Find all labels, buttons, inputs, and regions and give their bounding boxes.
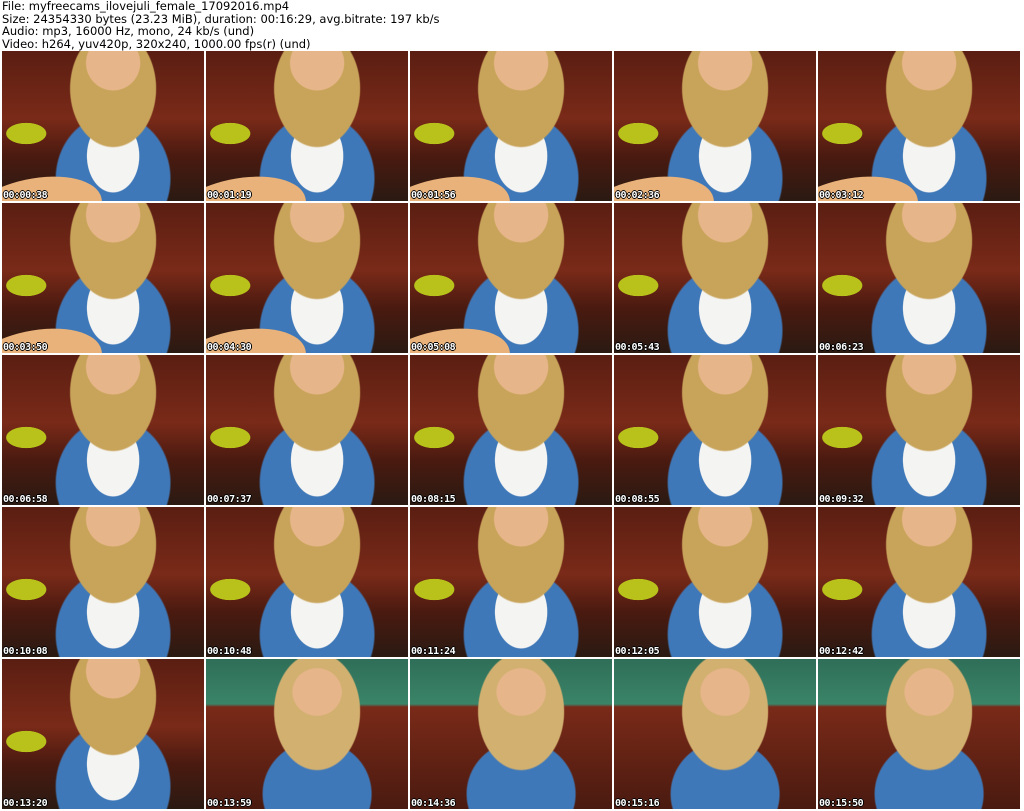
timestamp: 00:15:16 — [615, 798, 660, 809]
video-thumbnail: 00:02:36 — [614, 51, 816, 201]
audio-info: Audio: mp3, 16000 Hz, mono, 24 kb/s (und… — [2, 24, 255, 38]
video-thumbnail: 00:08:55 — [614, 355, 816, 505]
video-thumbnail: 00:10:48 — [206, 507, 408, 657]
timestamp: 00:03:50 — [3, 342, 48, 353]
video-thumbnail: 00:07:37 — [206, 355, 408, 505]
timestamp: 00:02:36 — [615, 190, 660, 201]
timestamp: 00:13:59 — [207, 798, 252, 809]
video-thumbnail: 00:10:08 — [2, 507, 204, 657]
timestamp: 00:06:23 — [819, 342, 864, 353]
video-thumbnail: 00:06:58 — [2, 355, 204, 505]
thumbnail-grid: 00:00:38 00:01:19 00:01:56 00:02:36 00:03:12… — [2, 51, 1020, 809]
timestamp: 00:01:56 — [411, 190, 456, 201]
video-thumbnail: 00:05:08 — [410, 203, 612, 353]
timestamp: 00:10:48 — [207, 646, 252, 657]
timestamp: 00:01:19 — [207, 190, 252, 201]
video-thumbnail: 00:03:12 — [818, 51, 1020, 201]
timestamp: 00:09:32 — [819, 494, 864, 505]
video-thumbnail: 00:04:30 — [206, 203, 408, 353]
video-thumbnail: 00:15:16 — [614, 659, 816, 809]
video-info: Video: h264, yuv420p, 320x240, 1000.00 f… — [2, 36, 311, 51]
timestamp: 00:08:55 — [615, 494, 660, 505]
video-thumbnail: 00:15:50 — [818, 659, 1020, 809]
video-thumbnail: 00:14:36 — [410, 659, 612, 809]
timestamp: 00:05:08 — [411, 342, 456, 353]
timestamp: 00:14:36 — [411, 798, 456, 809]
timestamp: 00:10:08 — [3, 646, 48, 657]
video-thumbnail: 00:11:24 — [410, 507, 612, 657]
timestamp: 00:05:43 — [615, 342, 660, 353]
video-thumbnail: 00:09:32 — [818, 355, 1020, 505]
timestamp: 00:06:58 — [3, 494, 48, 505]
video-thumbnail: 00:08:15 — [410, 355, 612, 505]
video-thumbnail: 00:01:56 — [410, 51, 612, 201]
video-thumbnail: 00:12:05 — [614, 507, 816, 657]
timestamp: 00:12:42 — [819, 646, 864, 657]
video-thumbnail: 00:13:59 — [206, 659, 408, 809]
video-thumbnail: 00:05:43 — [614, 203, 816, 353]
video-thumbnail: 00:00:38 — [2, 51, 204, 201]
video-thumbnail: 00:01:19 — [206, 51, 408, 201]
video-thumbnail: 00:12:42 — [818, 507, 1020, 657]
timestamp: 00:04:30 — [207, 342, 252, 353]
timestamp: 00:03:12 — [819, 190, 864, 201]
video-thumbnail: 00:03:50 — [2, 203, 204, 353]
video-thumbnail: 00:06:23 — [818, 203, 1020, 353]
file-info: File: myfreecams_ilovejuli_female_170920… — [2, 0, 440, 50]
timestamp: 00:11:24 — [411, 646, 456, 657]
timestamp: 00:07:37 — [207, 494, 252, 505]
timestamp: 00:15:50 — [819, 798, 864, 809]
timestamp: 00:08:15 — [411, 494, 456, 505]
timestamp: 00:13:20 — [3, 798, 48, 809]
video-thumbnail: 00:13:20 — [2, 659, 204, 809]
timestamp: 00:00:38 — [3, 190, 48, 201]
file-name: File: myfreecams_ilovejuli_female_170920… — [2, 0, 290, 13]
timestamp: 00:12:05 — [615, 646, 660, 657]
